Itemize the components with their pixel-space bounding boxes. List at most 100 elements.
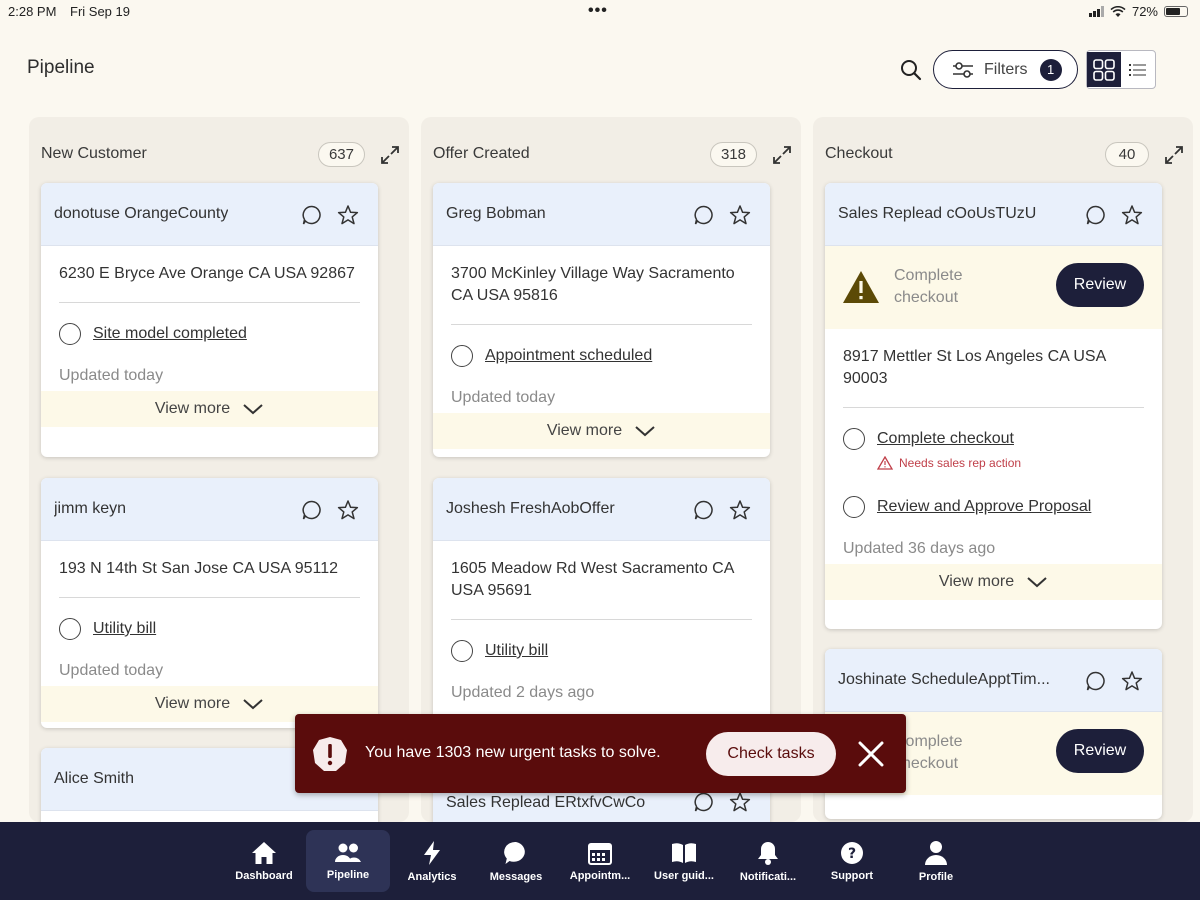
nav-label: Messages bbox=[489, 870, 543, 883]
task-checkbox[interactable] bbox=[451, 345, 473, 367]
nav-analytics[interactable]: Analytics bbox=[390, 830, 474, 892]
updated-text: Updated today bbox=[451, 389, 556, 406]
expand-column-button[interactable] bbox=[769, 142, 795, 168]
customer-name: jimm keyn bbox=[54, 500, 127, 517]
star-icon bbox=[729, 792, 751, 812]
nav-messages[interactable]: Messages bbox=[474, 830, 558, 892]
banner-text: Complete checkout bbox=[894, 733, 963, 772]
search-button[interactable] bbox=[896, 55, 926, 85]
grid-icon bbox=[1093, 58, 1115, 81]
nav-label: Dashboard bbox=[235, 869, 293, 882]
pipeline-card[interactable]: donotuse OrangeCounty 6230 E Bryce Ave O… bbox=[41, 183, 378, 457]
filters-button[interactable]: Filters 1 bbox=[933, 50, 1078, 89]
comment-button[interactable] bbox=[692, 498, 716, 522]
star-icon bbox=[729, 500, 751, 520]
task-link[interactable]: Appointment scheduled bbox=[485, 347, 652, 365]
chat-bubble-icon bbox=[302, 205, 321, 225]
chat-bubble-icon bbox=[1086, 205, 1105, 225]
pipeline-card[interactable]: Greg Bobman 3700 McKinley Village Way Sa… bbox=[433, 183, 770, 457]
column-title: Offer Created bbox=[433, 145, 530, 162]
nav-support[interactable]: ? Support bbox=[810, 830, 894, 892]
multitasking-dots-icon[interactable]: ••• bbox=[588, 2, 608, 20]
warning-icon bbox=[877, 456, 893, 470]
favorite-button[interactable] bbox=[1120, 669, 1144, 693]
pipeline-card[interactable]: Sales Replead cOoUsTUzU Complete checkou… bbox=[825, 183, 1162, 629]
task-checkbox[interactable] bbox=[59, 323, 81, 345]
review-button[interactable]: Review bbox=[1056, 263, 1144, 307]
favorite-button[interactable] bbox=[336, 498, 360, 522]
nav-dashboard[interactable]: Dashboard bbox=[222, 830, 306, 892]
chat-bubble-icon bbox=[302, 500, 321, 520]
task-checkbox[interactable] bbox=[843, 428, 865, 450]
comment-button[interactable] bbox=[692, 203, 716, 227]
list-view-button[interactable] bbox=[1121, 62, 1155, 78]
chevron-down-icon bbox=[635, 426, 655, 437]
nav-profile[interactable]: Profile bbox=[894, 830, 978, 892]
star-icon bbox=[729, 205, 751, 225]
cellular-signal-icon bbox=[1088, 6, 1104, 17]
task-link[interactable]: Complete checkout bbox=[877, 430, 1014, 448]
chat-bubble-icon bbox=[694, 205, 713, 225]
nav-label: Notificati... bbox=[739, 870, 797, 883]
task-link[interactable]: Site model completed bbox=[93, 325, 247, 343]
check-tasks-button[interactable]: Check tasks bbox=[706, 732, 836, 776]
customer-name: Alice Smith bbox=[54, 770, 135, 787]
grid-view-button[interactable] bbox=[1087, 52, 1121, 87]
comment-button[interactable] bbox=[1084, 203, 1108, 227]
chat-bubble-icon bbox=[694, 792, 713, 812]
status-date: Fri Sep 19 bbox=[70, 4, 130, 19]
battery-icon bbox=[1164, 6, 1188, 17]
favorite-button[interactable] bbox=[728, 790, 752, 814]
book-icon bbox=[672, 842, 696, 863]
toast-message: You have 1303 new urgent tasks to solve. bbox=[365, 744, 661, 761]
expand-icon bbox=[1165, 146, 1183, 164]
pipeline-card[interactable]: jimm keyn 193 N 14th St San Jose CA USA … bbox=[41, 478, 378, 728]
close-icon bbox=[858, 741, 884, 767]
nav-user-guide[interactable]: User guid... bbox=[642, 830, 726, 892]
chevron-down-icon bbox=[243, 699, 263, 710]
nav-appointments[interactable]: Appointm... bbox=[558, 830, 642, 892]
alert-icon bbox=[313, 737, 347, 771]
lightning-icon bbox=[424, 840, 440, 865]
close-toast-button[interactable] bbox=[855, 738, 887, 770]
comment-button[interactable] bbox=[1084, 669, 1108, 693]
task-checkbox[interactable] bbox=[843, 496, 865, 518]
favorite-button[interactable] bbox=[728, 498, 752, 522]
comment-button[interactable] bbox=[692, 790, 716, 814]
task-checkbox[interactable] bbox=[59, 618, 81, 640]
expand-icon bbox=[381, 146, 399, 164]
nav-notifications[interactable]: Notificati... bbox=[726, 830, 810, 892]
nav-pipeline[interactable]: Pipeline bbox=[306, 830, 390, 892]
people-icon bbox=[335, 843, 361, 862]
star-icon bbox=[337, 500, 359, 520]
view-more-button[interactable]: View more bbox=[825, 564, 1162, 600]
favorite-button[interactable] bbox=[336, 203, 360, 227]
view-more-button[interactable]: View more bbox=[433, 413, 770, 449]
pipeline-card[interactable]: Joshesh FreshAobOffer 1605 Meadow Rd Wes… bbox=[433, 478, 770, 728]
task-link[interactable]: Utility bill bbox=[485, 642, 548, 660]
column-title: Checkout bbox=[825, 145, 893, 162]
column-count-badge: 637 bbox=[317, 142, 365, 167]
action-banner: Complete checkout Review bbox=[825, 246, 1162, 329]
expand-column-button[interactable] bbox=[377, 142, 403, 168]
wifi-icon bbox=[1110, 5, 1126, 17]
task-checkbox[interactable] bbox=[451, 640, 473, 662]
home-icon bbox=[252, 841, 276, 864]
banner-text: Complete checkout bbox=[894, 267, 963, 306]
view-more-button[interactable]: View more bbox=[41, 391, 378, 427]
nav-label: User guid... bbox=[654, 869, 714, 882]
card-header: Joshinate ScheduleApptTim... bbox=[825, 649, 1162, 712]
comment-button[interactable] bbox=[300, 498, 324, 522]
page-title: Pipeline bbox=[27, 57, 95, 78]
expand-column-button[interactable] bbox=[1161, 142, 1187, 168]
review-button[interactable]: Review bbox=[1056, 729, 1144, 773]
chat-bubble-icon bbox=[504, 841, 525, 864]
task-link[interactable]: Utility bill bbox=[93, 620, 156, 638]
customer-address: 1605 Meadow Rd West Sacramento CA USA 95… bbox=[451, 560, 734, 599]
search-icon bbox=[901, 60, 922, 81]
favorite-button[interactable] bbox=[1120, 203, 1144, 227]
task-link[interactable]: Review and Approve Proposal bbox=[877, 498, 1091, 516]
favorite-button[interactable] bbox=[728, 203, 752, 227]
customer-name: Joshinate ScheduleApptTim... bbox=[838, 671, 1050, 688]
comment-button[interactable] bbox=[300, 203, 324, 227]
